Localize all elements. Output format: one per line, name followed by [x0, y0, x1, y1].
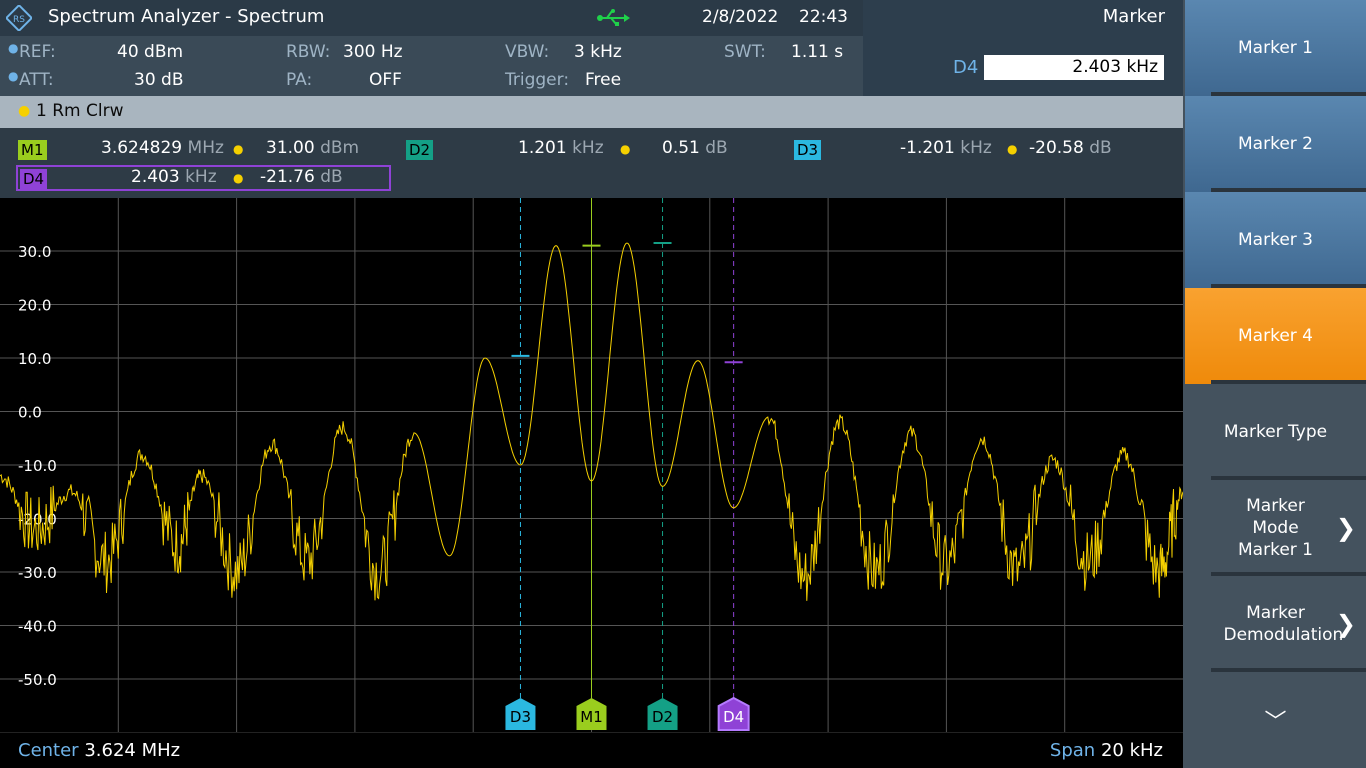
- marker-flag-label: D4: [723, 708, 744, 726]
- marker-d2-dot: ●: [620, 142, 631, 156]
- swt-label: SWT:: [724, 42, 766, 62]
- span-freq[interactable]: Span 20 kHz: [1050, 740, 1163, 761]
- marker-tag-d3[interactable]: D3: [794, 140, 822, 160]
- marker-tag-d4[interactable]: D4: [20, 169, 48, 189]
- softkey-marker-type[interactable]: Marker Type: [1185, 384, 1366, 480]
- marker-d3-dot: ●: [1007, 142, 1018, 156]
- marker-d2-y: 0.51 dB: [662, 138, 728, 158]
- rs-logo-icon[interactable]: RS: [6, 5, 32, 31]
- spectrum-plot[interactable]: 30.0 20.0 10.0 0.0 -10.0 -20.0 -30.0 -40.0 -50.0…: [0, 198, 1183, 732]
- softkey-marker-demodulation[interactable]: Marker Demodulation ❯: [1185, 576, 1366, 672]
- marker-d4-y: -21.76 dB: [260, 167, 343, 187]
- title-bar: RS Spectrum Analyzer - Spectrum 2/8/2022…: [0, 0, 863, 36]
- vbw-value[interactable]: 3 kHz: [574, 42, 622, 62]
- usb-icon: [597, 9, 630, 26]
- y-tick-label: 10.0: [18, 350, 51, 368]
- measurement-params: ● REF: 40 dBm ● ATT: 30 dB RBW: 300 Hz P…: [0, 36, 863, 96]
- marker-flag-label: D3: [510, 708, 531, 726]
- y-tick-label: 0.0: [18, 404, 42, 422]
- y-tick-label: -10.0: [18, 457, 57, 475]
- time-display: 22:43: [799, 7, 848, 27]
- marker-tag-m1[interactable]: M1: [18, 140, 47, 160]
- ref-indicator-dot: ●: [8, 41, 19, 55]
- trigger-label: Trigger:: [505, 70, 570, 90]
- marker-flag-label: M1: [580, 708, 603, 726]
- marker-tag-d2[interactable]: D2: [406, 140, 434, 160]
- trace-color-dot: ●: [18, 103, 31, 119]
- marker-d4-x: 2.403 kHz: [131, 167, 217, 187]
- chevron-down-icon[interactable]: ﹀: [1185, 672, 1366, 768]
- marker-flag-d3[interactable]: D3: [505, 698, 536, 730]
- marker-d3-x: -1.201 kHz: [900, 138, 992, 158]
- marker-flag-m1[interactable]: M1: [576, 698, 607, 730]
- trigger-value[interactable]: Free: [585, 70, 621, 90]
- softkey-panel: Marker 1 Marker 2 Marker 3 Marker 4 Mark…: [1183, 0, 1366, 768]
- softkey-marker-3[interactable]: Marker 3: [1185, 192, 1366, 288]
- trace-label: 1 Rm Clrw: [36, 101, 124, 121]
- date-display: 2/8/2022: [702, 7, 779, 27]
- att-value[interactable]: 30 dB: [134, 70, 184, 90]
- swt-value[interactable]: 1.11 s: [791, 42, 843, 62]
- marker-m1-x: 3.624829 MHz: [101, 138, 224, 158]
- marker-table: M1 3.624829 MHz ● 31.00 dBm D2 1.201 kHz…: [0, 128, 1183, 198]
- rbw-label: RBW:: [286, 42, 331, 62]
- marker-d3-y: -20.58 dB: [1029, 138, 1112, 158]
- rbw-value[interactable]: 300 Hz: [343, 42, 403, 62]
- trace-bar[interactable]: ● 1 Rm Clrw: [0, 96, 1183, 128]
- center-freq[interactable]: Center 3.624 MHz: [18, 740, 180, 761]
- y-tick-label: -30.0: [18, 564, 57, 582]
- marker-d4-dot: ●: [233, 171, 244, 185]
- app-title: Spectrum Analyzer - Spectrum: [48, 6, 325, 27]
- marker-m1-y: 31.00 dBm: [266, 138, 360, 158]
- y-tick-label: -50.0: [18, 671, 57, 689]
- vbw-label: VBW:: [505, 42, 550, 62]
- y-tick-label: 20.0: [18, 297, 51, 315]
- chevron-right-icon: ❯: [1335, 514, 1356, 542]
- softkey-marker-2[interactable]: Marker 2: [1185, 96, 1366, 192]
- chevron-right-icon: ❯: [1335, 610, 1356, 638]
- marker-flag-d4[interactable]: D4: [717, 696, 750, 731]
- marker-flag-d2[interactable]: D2: [647, 698, 678, 730]
- y-tick-label: -40.0: [18, 618, 57, 636]
- y-tick-label: -20.0: [18, 511, 57, 529]
- footer-bar: Center 3.624 MHz Span 20 kHz: [0, 732, 1183, 768]
- pa-value[interactable]: OFF: [369, 70, 402, 90]
- y-tick-label: 30.0: [18, 243, 51, 261]
- marker-header: Marker D4 2.403 kHz: [863, 0, 1183, 96]
- ref-label: REF:: [19, 42, 56, 62]
- softkey-marker-1[interactable]: Marker 1: [1185, 0, 1366, 96]
- marker-m1-dot: ●: [233, 142, 244, 156]
- spectrum-chart[interactable]: 30.0 20.0 10.0 0.0 -10.0 -20.0 -30.0 -40.0 -50.0…: [0, 198, 1183, 732]
- marker-d2-x: 1.201 kHz: [518, 138, 604, 158]
- marker-flag-label: D2: [652, 708, 673, 726]
- marker-value-input[interactable]: 2.403 kHz: [984, 55, 1164, 80]
- active-marker-label: D4: [953, 57, 979, 78]
- panel-title: Marker: [1102, 6, 1165, 27]
- ref-value[interactable]: 40 dBm: [117, 42, 183, 62]
- svg-text:RS: RS: [13, 15, 25, 25]
- pa-label: PA:: [286, 70, 313, 90]
- softkey-marker-mode[interactable]: Marker Mode Marker 1 ❯: [1185, 480, 1366, 576]
- softkey-marker-4[interactable]: Marker 4: [1185, 288, 1366, 384]
- att-label: ATT:: [19, 70, 54, 90]
- att-indicator-dot: ●: [8, 69, 19, 83]
